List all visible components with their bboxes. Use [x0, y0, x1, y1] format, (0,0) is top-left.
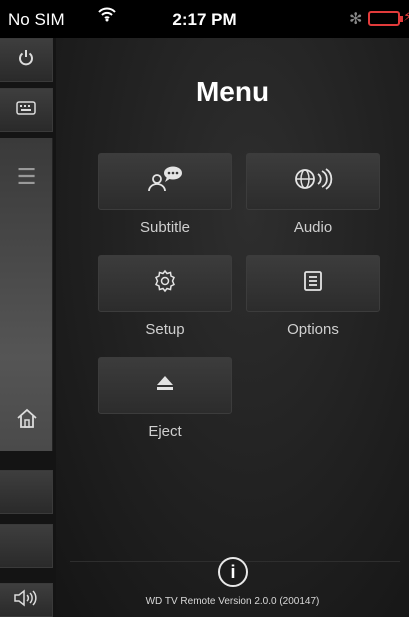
menu-lines-icon[interactable]: ☰ — [0, 164, 53, 190]
subtitle-button[interactable] — [98, 153, 232, 210]
power-button[interactable] — [0, 38, 53, 82]
audio-button[interactable] — [246, 153, 380, 210]
eject-icon — [155, 374, 175, 397]
info-icon: i — [230, 561, 236, 582]
volume-button[interactable] — [0, 583, 53, 617]
page-title: Menu — [195, 76, 270, 107]
subtitle-icon — [147, 165, 183, 198]
options-button[interactable] — [246, 255, 380, 312]
clock: 2:17 PM — [172, 10, 237, 29]
home-button[interactable] — [0, 407, 53, 434]
side-panel: ☰ — [0, 138, 53, 451]
audio-label: Audio — [293, 219, 333, 236]
menu-panel: Menu Subtitle Audio Setup Options Eject … — [56, 38, 409, 617]
setup-button[interactable] — [98, 255, 232, 312]
options-label: Options — [287, 321, 339, 338]
gear-icon — [153, 269, 177, 298]
setup-label: Setup — [145, 321, 185, 338]
keyboard-button[interactable] — [0, 88, 53, 132]
audio-icon — [293, 167, 333, 196]
volume-icon — [12, 588, 40, 612]
keyboard-icon — [16, 100, 36, 120]
battery-icon — [368, 11, 403, 26]
version-text: WD TV Remote Version 2.0.0 (200147) — [145, 596, 320, 607]
status-bar: No SIM 2:17 PM ✻ ⚡ — [0, 0, 409, 38]
home-icon — [15, 407, 39, 434]
charging-icon: ⚡ — [403, 8, 409, 24]
side-control-strip: ☰ — [0, 38, 56, 617]
side-button-2[interactable] — [0, 524, 53, 568]
options-icon — [303, 270, 323, 297]
eject-button[interactable] — [98, 357, 232, 414]
bluetooth-icon: ✻ — [349, 11, 363, 28]
info-button[interactable]: i — [218, 557, 248, 587]
side-button-1[interactable] — [0, 470, 53, 514]
power-icon — [18, 49, 34, 72]
eject-label: Eject — [148, 423, 182, 440]
subtitle-label: Subtitle — [139, 219, 191, 236]
